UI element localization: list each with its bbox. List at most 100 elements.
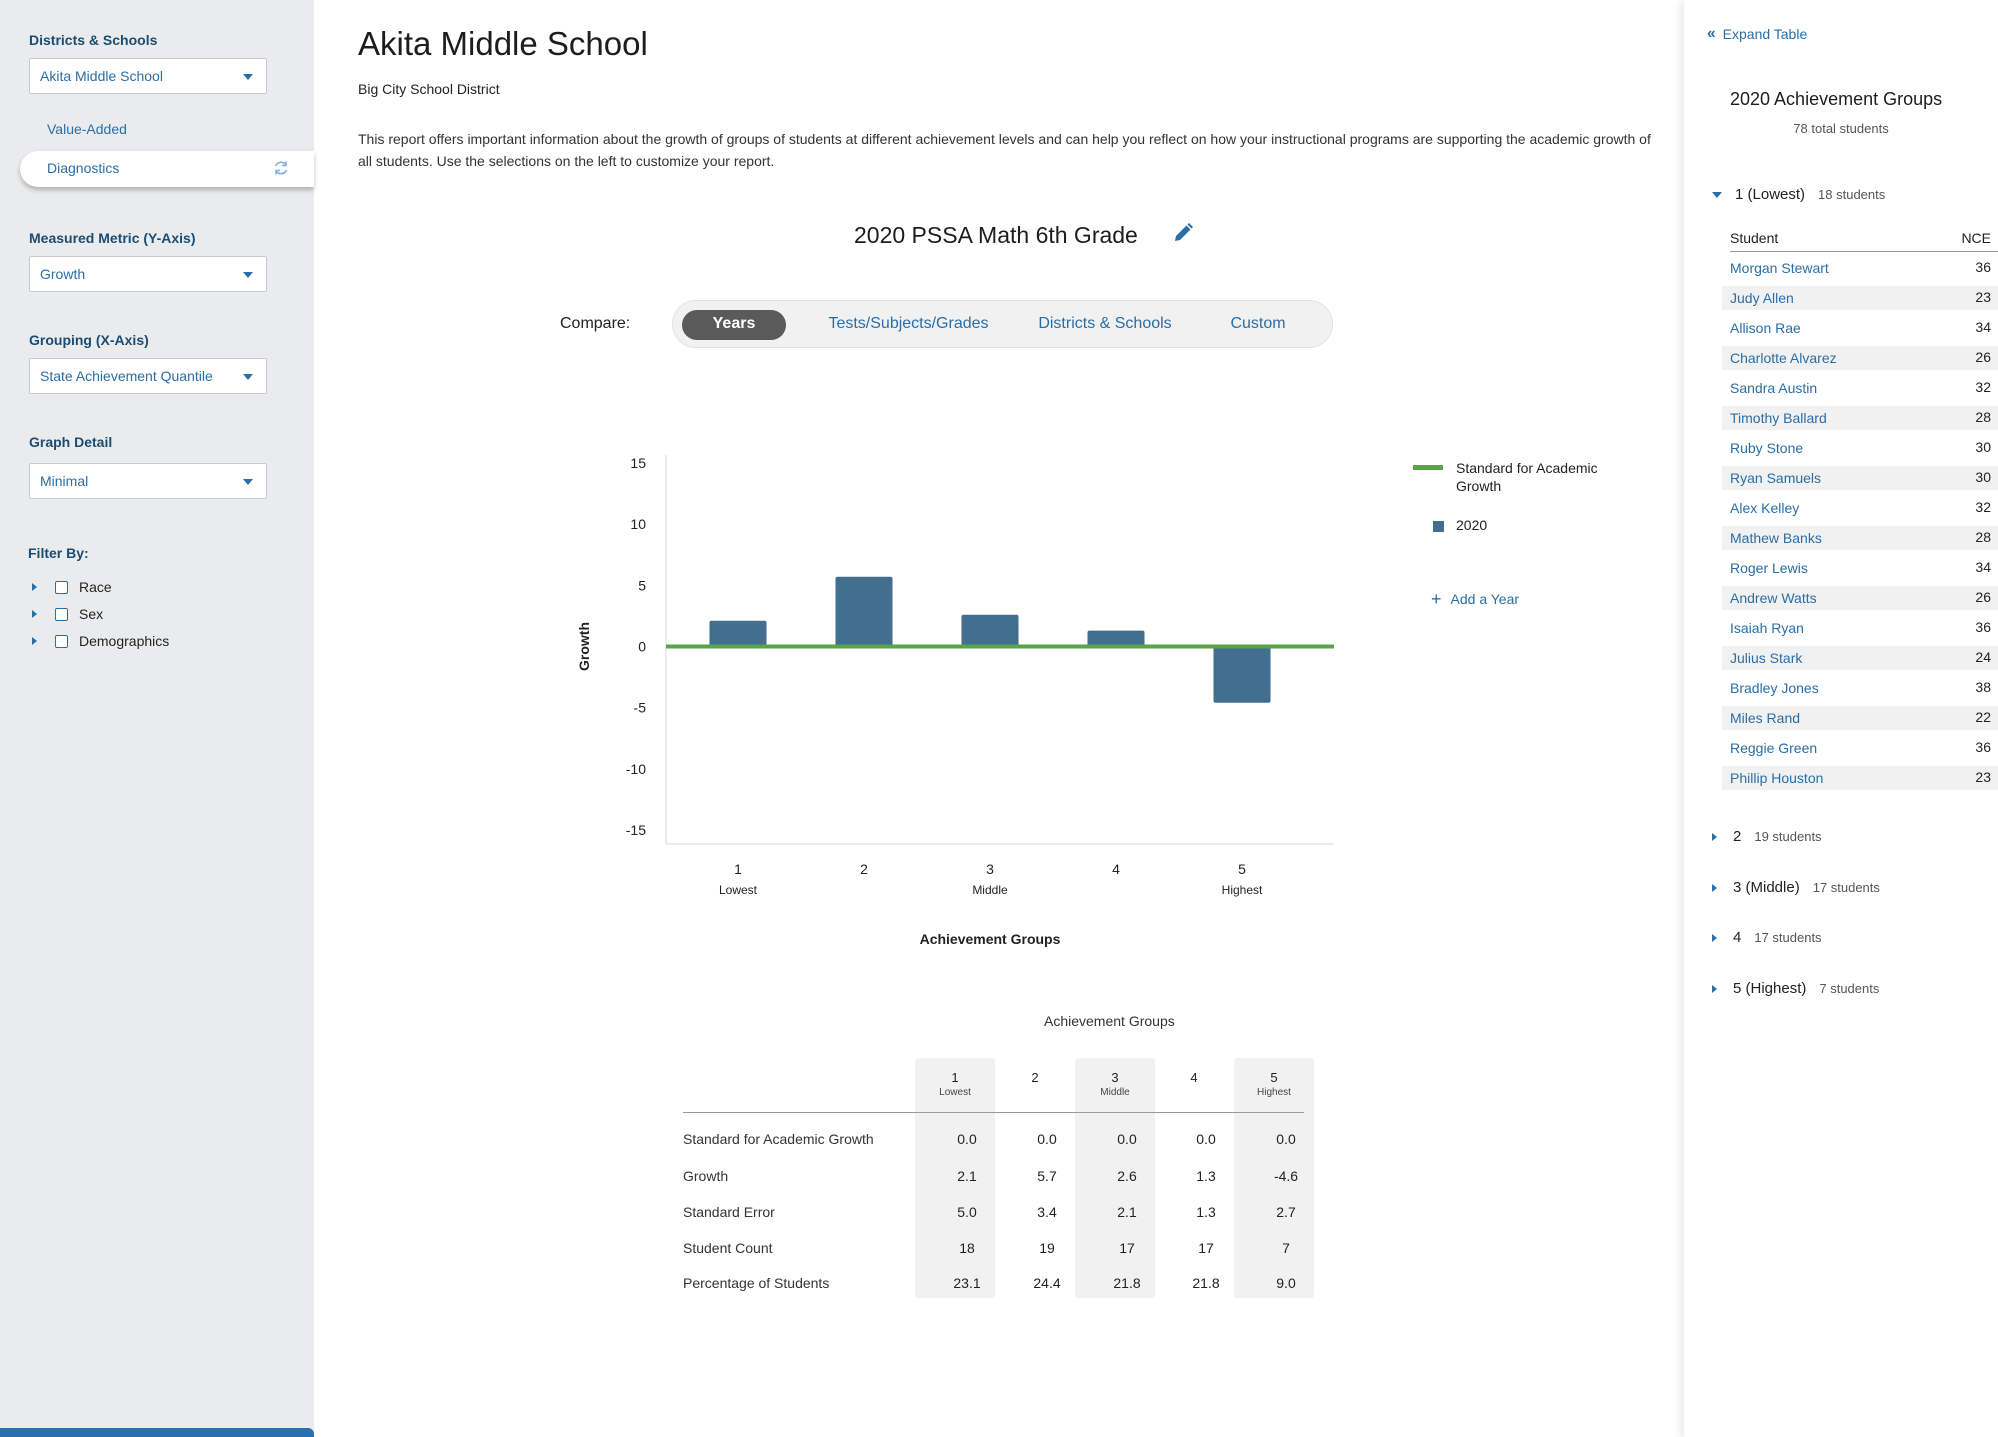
compare-years-button[interactable]: Years bbox=[682, 310, 786, 340]
nav-diagnostics[interactable]: Diagnostics bbox=[20, 151, 314, 187]
student-name-link[interactable]: Andrew Watts bbox=[1730, 590, 1817, 606]
nav-value-added[interactable]: Value-Added bbox=[47, 121, 127, 137]
demographics-checkbox[interactable] bbox=[55, 634, 68, 648]
student-name-link[interactable]: Isaiah Ryan bbox=[1730, 620, 1804, 636]
student-name-link[interactable]: Bradley Jones bbox=[1730, 680, 1819, 696]
refresh-icon[interactable] bbox=[272, 159, 290, 177]
compare-label: Compare: bbox=[560, 315, 631, 332]
student-name-link[interactable]: Ryan Samuels bbox=[1730, 470, 1821, 486]
race-checkbox[interactable] bbox=[55, 580, 68, 594]
metric-select[interactable]: Growth bbox=[29, 256, 267, 292]
sidebar-bottom-bar bbox=[0, 1428, 314, 1437]
column-number: 3 bbox=[1111, 1070, 1119, 1085]
x-tick-sublabel: Lowest bbox=[719, 883, 758, 897]
x-tick-label: 2 bbox=[860, 861, 868, 877]
filter-demographics[interactable]: Demographics bbox=[32, 631, 169, 651]
table-cell: 0.0 bbox=[957, 1131, 977, 1147]
student-name-link[interactable]: Phillip Houston bbox=[1730, 770, 1823, 786]
student-name-link[interactable]: Allison Rae bbox=[1730, 320, 1801, 336]
add-year-label: Add a Year bbox=[1450, 591, 1520, 607]
compare-toggle: Years Tests/Subjects/Grades Districts & … bbox=[672, 300, 1333, 348]
group-count: 17 students bbox=[1754, 930, 1822, 945]
group-4-header[interactable]: 4 17 students bbox=[1712, 929, 1822, 946]
sex-checkbox[interactable] bbox=[55, 607, 68, 621]
group-1-header[interactable]: 1 (Lowest) 18 students bbox=[1712, 186, 1885, 203]
student-name-link[interactable]: Julius Stark bbox=[1730, 650, 1802, 666]
student-name-link[interactable]: Alex Kelley bbox=[1730, 500, 1799, 516]
table-row-label: Percentage of Students bbox=[683, 1275, 830, 1291]
filter-race[interactable]: Race bbox=[32, 577, 112, 597]
student-name-link[interactable]: Mathew Banks bbox=[1730, 530, 1822, 546]
compare-custom-button[interactable]: Custom bbox=[1213, 310, 1303, 340]
expand-triangle-icon[interactable] bbox=[32, 583, 37, 591]
filter-sex[interactable]: Sex bbox=[32, 604, 103, 624]
expand-table-button[interactable]: ‹‹ Expand Table bbox=[1707, 25, 1807, 43]
chevron-down-icon bbox=[243, 479, 253, 485]
legend-2020-swatch bbox=[1433, 521, 1444, 532]
compare-tests-button[interactable]: Tests/Subjects/Grades bbox=[821, 310, 996, 340]
table-header-rule bbox=[683, 1112, 1304, 1113]
panel-title: 2020 Achievement Groups bbox=[1730, 89, 1943, 109]
student-name-link[interactable]: Morgan Stewart bbox=[1730, 260, 1829, 276]
student-row: Allison Rae 34 bbox=[1722, 316, 1998, 340]
table-cell: 0.0 bbox=[1276, 1131, 1296, 1147]
double-chevron-left-icon: ‹‹ bbox=[1707, 25, 1716, 42]
group-3-header[interactable]: 3 (Middle) 17 students bbox=[1712, 879, 1880, 896]
student-row: Julius Stark 24 bbox=[1722, 646, 1998, 670]
table-cell: 0.0 bbox=[1117, 1131, 1137, 1147]
grouping-select[interactable]: State Achievement Quantile bbox=[29, 358, 267, 394]
student-nce: 30 bbox=[1975, 469, 1991, 485]
metric-select-value: Growth bbox=[40, 266, 86, 282]
expand-triangle-icon bbox=[1712, 883, 1717, 892]
nce-column-header: NCE bbox=[1961, 230, 1991, 246]
student-name-link[interactable]: Sandra Austin bbox=[1730, 380, 1817, 396]
group-count: 7 students bbox=[1819, 981, 1880, 996]
student-name-link[interactable]: Ruby Stone bbox=[1730, 440, 1803, 456]
add-year-button[interactable]: + Add a Year bbox=[1431, 589, 1520, 609]
graph-detail-label: Graph Detail bbox=[29, 434, 113, 450]
student-nce: 34 bbox=[1975, 559, 1991, 575]
student-name-link[interactable]: Miles Rand bbox=[1730, 710, 1800, 726]
student-row: Timothy Ballard 28 bbox=[1722, 406, 1998, 430]
table-cell: 21.8 bbox=[1192, 1275, 1220, 1291]
column-header: 2 bbox=[995, 1070, 1075, 1085]
student-name-link[interactable]: Roger Lewis bbox=[1730, 560, 1808, 576]
student-nce: 32 bbox=[1975, 379, 1991, 395]
student-name-link[interactable]: Timothy Ballard bbox=[1730, 410, 1827, 426]
total-students: 78 total students bbox=[1793, 121, 1889, 136]
compare-districts-button[interactable]: Districts & Schools bbox=[1025, 310, 1185, 340]
plus-icon: + bbox=[1431, 589, 1442, 609]
student-row: Phillip Houston 23 bbox=[1722, 766, 1998, 790]
expand-triangle-icon[interactable] bbox=[32, 637, 37, 645]
table-cell: 3.4 bbox=[1037, 1204, 1057, 1220]
table-cell: 2.1 bbox=[1117, 1204, 1137, 1220]
student-row: Judy Allen 23 bbox=[1722, 286, 1998, 310]
school-select[interactable]: Akita Middle School bbox=[29, 58, 267, 94]
student-name-link[interactable]: Charlotte Alvarez bbox=[1730, 350, 1837, 366]
bar-5 bbox=[1213, 646, 1271, 703]
group-2-header[interactable]: 2 19 students bbox=[1712, 828, 1822, 845]
student-row: Ruby Stone 30 bbox=[1722, 436, 1998, 460]
table-row-label: Standard for Academic Growth bbox=[683, 1131, 874, 1147]
expand-triangle-icon[interactable] bbox=[32, 610, 37, 618]
student-row: Sandra Austin 32 bbox=[1722, 376, 1998, 400]
graph-detail-select[interactable]: Minimal bbox=[29, 463, 267, 499]
pencil-icon[interactable] bbox=[1172, 222, 1194, 244]
table-cell: 0.0 bbox=[1037, 1131, 1057, 1147]
table-cell: 2.7 bbox=[1276, 1204, 1296, 1220]
table-cell: 24.4 bbox=[1033, 1275, 1061, 1291]
table-cell: 17 bbox=[1198, 1240, 1214, 1256]
chevron-down-icon bbox=[243, 272, 253, 278]
x-tick-sublabel: Middle bbox=[972, 883, 1008, 897]
group-name: 5 (Highest) bbox=[1733, 980, 1807, 997]
column-number: 1 bbox=[951, 1070, 959, 1085]
student-name-link[interactable]: Judy Allen bbox=[1730, 290, 1794, 306]
student-nce: 30 bbox=[1975, 439, 1991, 455]
group-name: 1 (Lowest) bbox=[1735, 186, 1806, 203]
student-table-header: Student NCE bbox=[1730, 230, 1998, 252]
student-nce: 28 bbox=[1975, 409, 1991, 425]
group-5-header[interactable]: 5 (Highest) 7 students bbox=[1712, 980, 1879, 997]
student-name-link[interactable]: Reggie Green bbox=[1730, 740, 1817, 756]
student-row: Bradley Jones 38 bbox=[1722, 676, 1998, 700]
legend-standard-line bbox=[1413, 465, 1443, 470]
